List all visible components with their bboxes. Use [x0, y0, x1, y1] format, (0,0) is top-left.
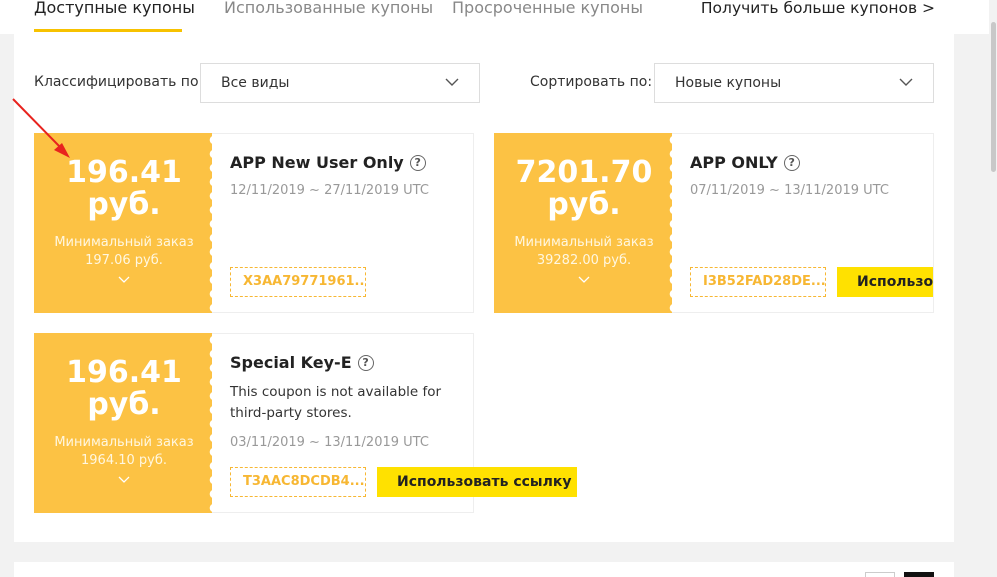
pager-button-active[interactable] [904, 572, 934, 577]
coupon-amount: 7201.70 руб. [515, 155, 653, 222]
coupon-amount: 196.41 руб. [66, 355, 182, 422]
coupon-amount: 196.41 руб. [66, 155, 182, 222]
coupon-validity: 07/11/2019 ~ 13/11/2019 UTC [690, 183, 889, 198]
help-icon[interactable]: ? [783, 154, 800, 171]
coupon-value-block: 196.41 руб. Минимальный заказ 1964.10 ру… [34, 333, 214, 513]
coupon-card: 196.41 руб. Минимальный заказ 197.06 руб… [34, 133, 474, 313]
coupon-card: 196.41 руб. Минимальный заказ 1964.10 ру… [34, 333, 577, 513]
coupon-validity: 12/11/2019 ~ 27/11/2019 UTC [230, 183, 429, 198]
coupon-description: This coupon is not available for third-p… [230, 384, 442, 421]
tab-expired-coupons[interactable]: Просроченные купоны [452, 0, 643, 32]
coupon-value-block: 196.41 руб. Минимальный заказ 197.06 руб… [34, 133, 214, 313]
coupon-min-order: Минимальный заказ 1964.10 руб. [54, 435, 194, 468]
classify-label: Классифицировать по: [34, 74, 204, 90]
coupon-title: Special Key-E [230, 353, 352, 372]
get-more-coupons-link[interactable]: Получить больше купонов > [701, 0, 935, 16]
coupon-details: APP ONLY ? 07/11/2019 ~ 13/11/2019 UTC I… [672, 133, 934, 313]
coupon-validity: 03/11/2019 ~ 13/11/2019 UTC [230, 435, 429, 450]
sort-label: Сортировать по: [530, 74, 653, 90]
chevron-down-icon[interactable] [117, 475, 131, 485]
tab-used-coupons[interactable]: Использованные купоны [224, 0, 433, 32]
classify-select[interactable]: Все виды [200, 63, 480, 103]
coupon-tabs: Доступные купоны Использованные купоны П… [0, 0, 997, 34]
classify-select-value: Все виды [221, 75, 290, 91]
coupon-code[interactable]: I3B52FAD28DE... [690, 267, 826, 297]
sort-select[interactable]: Новые купоны [654, 63, 934, 103]
coupon-card: 7201.70 руб. Минимальный заказ 39282.00 … [494, 133, 934, 313]
sort-select-value: Новые купоны [675, 75, 782, 91]
coupon-min-order: Минимальный заказ 39282.00 руб. [514, 235, 654, 268]
coupon-title-row: APP ONLY ? [690, 153, 800, 172]
pager-button[interactable] [865, 572, 895, 577]
scrollbar-thumb[interactable] [991, 22, 996, 172]
page-scrollbar[interactable] [989, 0, 997, 577]
help-icon[interactable]: ? [409, 154, 426, 171]
coupon-value-block: 7201.70 руб. Минимальный заказ 39282.00 … [494, 133, 674, 313]
help-icon[interactable]: ? [357, 354, 374, 371]
coupon-details: APP New User Only ? 12/11/2019 ~ 27/11/2… [212, 133, 474, 313]
coupon-title: APP New User Only [230, 153, 404, 172]
chevron-down-icon [445, 78, 459, 86]
tab-available-coupons[interactable]: Доступные купоны [34, 0, 195, 32]
chevron-down-icon[interactable] [117, 275, 131, 285]
coupon-min-order: Минимальный заказ 197.06 руб. [54, 235, 194, 268]
coupon-code[interactable]: X3AA79771961... [230, 267, 366, 297]
chevron-down-icon [899, 78, 913, 86]
bottom-section [14, 562, 954, 577]
coupons-panel: Классифицировать по: Все виды Сортироват… [14, 34, 954, 542]
coupon-code[interactable]: T3AAC8DCDB4... [230, 467, 366, 497]
use-link-button[interactable]: Использовать ссылку [837, 267, 933, 297]
chevron-down-icon[interactable] [577, 275, 591, 285]
coupon-details: Special Key-E ? This coupon is not avail… [212, 333, 577, 513]
use-link-button[interactable]: Использовать ссылку [377, 467, 577, 497]
coupon-title-row: APP New User Only ? [230, 153, 426, 172]
coupon-title: APP ONLY [690, 153, 778, 172]
coupon-title-row: Special Key-E ? [230, 353, 374, 372]
